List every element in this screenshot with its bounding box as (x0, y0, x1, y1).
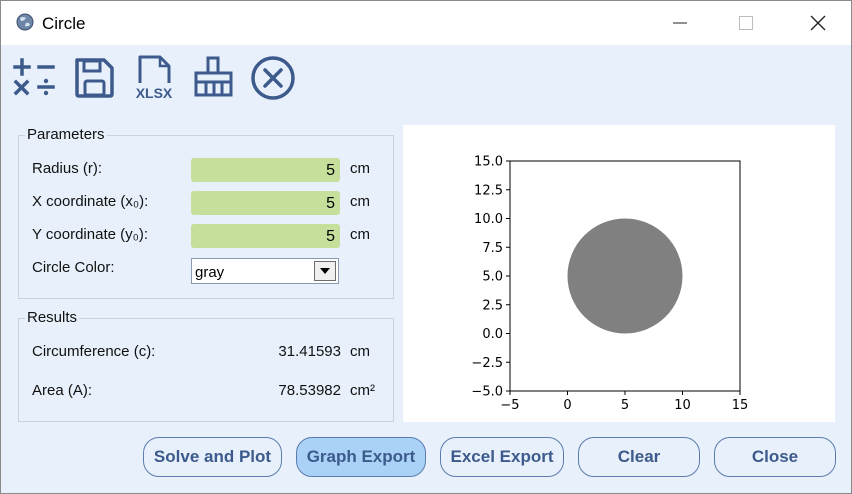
broom-icon (194, 56, 233, 97)
x-coordinate-label: X coordinate (x₀): (32, 193, 149, 210)
excel-toolbar-button[interactable]: XLSX (132, 55, 178, 101)
y-tick-label: 5.0 (482, 270, 503, 285)
y-tick-label: 7.5 (482, 241, 503, 256)
solve-and-plot-button[interactable]: Solve and Plot (143, 437, 282, 477)
x-tick-label: 10 (674, 398, 691, 413)
circle-plot: −5 0 5 10 15 15.0 12.5 10.0 7.5 5.0 2.5 0.0 −2.5 −5.0 (471, 155, 749, 414)
save-icon (75, 58, 114, 98)
minimize-button[interactable] (657, 1, 703, 45)
y-coordinate-unit: cm (350, 226, 370, 243)
window-close-icon (810, 15, 826, 31)
x-tick-label: 5 (621, 398, 629, 413)
circumference-unit: cm (350, 343, 370, 360)
radius-input[interactable] (191, 158, 340, 182)
x-tick-label: 0 (563, 398, 571, 413)
clear-toolbar-button[interactable] (191, 55, 237, 101)
y-tick-label: −5.0 (471, 385, 503, 400)
calculate-toolbar-button[interactable] (11, 55, 57, 101)
results-group (18, 318, 394, 422)
area-unit: cm² (350, 382, 375, 399)
maximize-button[interactable] (723, 1, 769, 45)
maximize-icon (739, 16, 753, 30)
circumference-value: 31.41593 (278, 343, 341, 360)
circle-color-value: gray (195, 264, 225, 281)
parameters-title: Parameters (25, 126, 107, 143)
y-coordinate-input[interactable] (191, 224, 340, 248)
app-globe-icon (16, 13, 34, 31)
close-button[interactable]: Close (714, 437, 836, 477)
radius-label: Radius (r): (32, 160, 103, 177)
x-tick-label: 15 (732, 398, 749, 413)
y-coordinate-label: Y coordinate (y₀): (32, 226, 149, 243)
clear-button[interactable]: Clear (578, 437, 700, 477)
y-tick-label: 15.0 (474, 155, 503, 170)
y-tick-label: −2.5 (471, 356, 503, 371)
title-bar: Circle (1, 1, 851, 45)
circle-mark (567, 218, 683, 334)
results-title: Results (25, 309, 80, 326)
graph-export-button[interactable]: Graph Export (296, 437, 426, 477)
chevron-down-icon (320, 268, 330, 274)
circle-color-label: Circle Color: (32, 259, 115, 276)
plot-panel: −5 0 5 10 15 15.0 12.5 10.0 7.5 5.0 2.5 0.0 −2.5 −5.0 (403, 125, 835, 422)
window-title: Circle (42, 14, 86, 33)
calculator-icon (13, 58, 55, 96)
y-tick-label: 0.0 (482, 327, 503, 342)
save-toolbar-button[interactable] (71, 55, 117, 101)
area-label: Area (A): (32, 382, 93, 399)
circumference-label: Circumference (c): (32, 343, 156, 360)
xlsx-icon-label: XLSX (136, 85, 173, 101)
dropdown-arrow-button[interactable] (314, 261, 336, 281)
excel-export-button[interactable]: Excel Export (440, 437, 564, 477)
y-tick-label: 10.0 (474, 212, 503, 227)
x-coordinate-input[interactable] (191, 191, 340, 215)
window-close-button[interactable] (795, 1, 841, 45)
y-tick-label: 2.5 (482, 298, 503, 313)
close-toolbar-button[interactable] (250, 55, 296, 101)
xlsx-icon: XLSX (136, 55, 173, 101)
circle-window: Circle XLSX Parameters Radius (r): 5 cm … (0, 0, 852, 494)
x-coordinate-unit: cm (350, 193, 370, 210)
minimize-icon (673, 22, 687, 24)
radius-unit: cm (350, 160, 370, 177)
y-tick-label: 12.5 (474, 183, 503, 198)
circle-color-select[interactable]: gray (191, 258, 339, 284)
close-circle-icon (251, 56, 295, 100)
area-value: 78.53982 (278, 382, 341, 399)
x-tick-label: −5 (500, 398, 519, 413)
